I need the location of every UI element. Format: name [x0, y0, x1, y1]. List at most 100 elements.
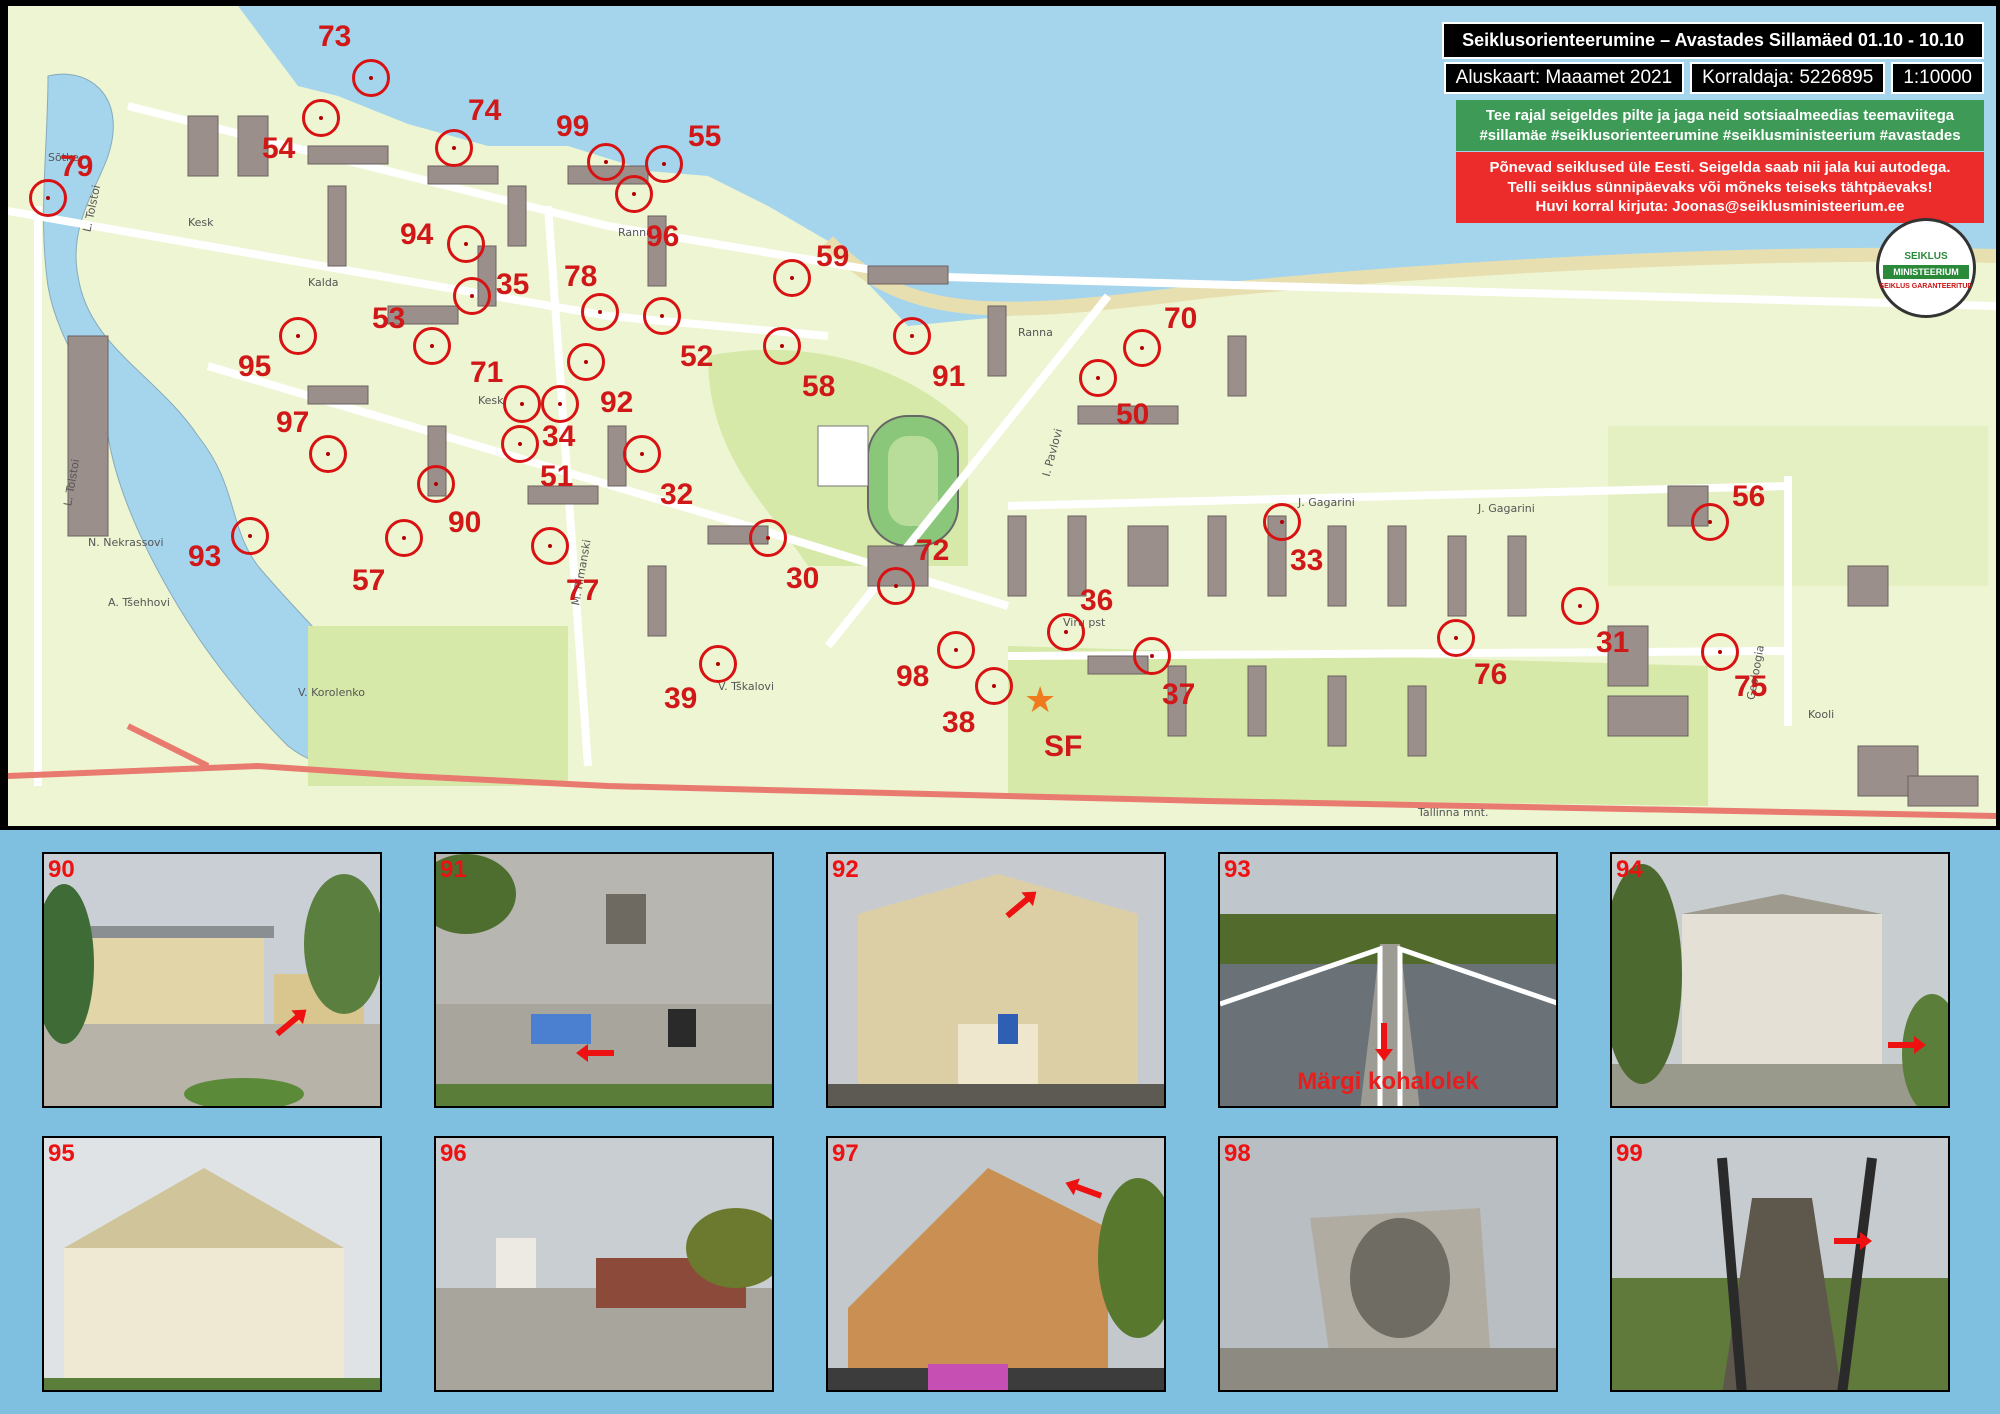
- photo-98[interactable]: 98: [1218, 1136, 1558, 1392]
- photo-96[interactable]: 96: [434, 1136, 774, 1392]
- control-circle-52[interactable]: [643, 297, 681, 335]
- control-circle-57[interactable]: [385, 519, 423, 557]
- photo-number: 95: [48, 1140, 75, 1167]
- control-label-39: 39: [664, 682, 698, 715]
- control-circle-30[interactable]: [749, 519, 787, 557]
- control-label-37: 37: [1162, 678, 1196, 711]
- control-label-98: 98: [896, 660, 930, 693]
- street-label-gagarini-2: J. Gagarini: [1478, 502, 1535, 515]
- control-label-70: 70: [1164, 302, 1198, 335]
- control-circle-58[interactable]: [763, 327, 801, 365]
- street-label-korolenko: V. Korolenko: [298, 686, 366, 699]
- photo-95[interactable]: 95: [42, 1136, 382, 1392]
- control-circle-79[interactable]: [29, 179, 67, 217]
- photo-number: 92: [832, 856, 859, 883]
- control-label-71: 71: [470, 356, 504, 389]
- photo-93[interactable]: 93 Märgi kohalolek: [1218, 852, 1558, 1108]
- photo-94[interactable]: 94: [1610, 852, 1950, 1108]
- red-arrow-icon: [586, 1050, 614, 1056]
- control-circle-59[interactable]: [773, 259, 811, 297]
- control-label-56: 56: [1732, 480, 1766, 513]
- control-circle-50[interactable]: [1079, 359, 1117, 397]
- photo-92[interactable]: 92: [826, 852, 1166, 1108]
- control-circle-74[interactable]: [435, 129, 473, 167]
- promo-line-1: Põnevad seiklused üle Eesti. Seigelda sa…: [1489, 159, 1951, 176]
- promo-line-3: Huvi korral kirjuta: Joonas@seiklusminis…: [1535, 198, 1905, 215]
- control-label-53: 53: [372, 302, 406, 335]
- control-circle-96[interactable]: [615, 175, 653, 213]
- control-circle-75[interactable]: [1701, 633, 1739, 671]
- control-circle-39[interactable]: [699, 645, 737, 683]
- control-label-59: 59: [816, 240, 850, 273]
- promo-box: Põnevad seiklused üle Eesti. Seigelda sa…: [1456, 152, 1984, 223]
- control-circle-99[interactable]: [587, 143, 625, 181]
- share-note: Tee rajal seigeldes pilte ja jaga neid s…: [1485, 107, 1955, 124]
- photo-number: 94: [1616, 856, 1643, 883]
- control-circle-71[interactable]: [567, 343, 605, 381]
- control-circle-32[interactable]: [623, 435, 661, 473]
- hashtags: #sillamäe #seiklusorienteerumine #seiklu…: [1479, 126, 1961, 144]
- scale-label: 1:10000: [1891, 62, 1984, 94]
- start-star-icon: ★: [1024, 679, 1057, 720]
- street-label-nekrassovi: N. Nekrassovi: [88, 536, 164, 549]
- control-circle-92[interactable]: [541, 385, 579, 423]
- control-circle-36[interactable]: [1047, 613, 1085, 651]
- control-circle-76[interactable]: [1437, 619, 1475, 657]
- control-circle-53[interactable]: [413, 327, 451, 365]
- start-label: SF: [1044, 730, 1083, 763]
- photo-strip: 90 91 92 93 Märgi kohalolek 94 95 96 97 …: [0, 830, 2000, 1414]
- control-circle-98[interactable]: [937, 631, 975, 669]
- control-circle-34[interactable]: [503, 385, 541, 423]
- control-label-34: 34: [542, 420, 576, 453]
- photo-99[interactable]: 99: [1610, 1136, 1950, 1392]
- control-label-74: 74: [468, 94, 502, 127]
- photo-caption: Märgi kohalolek: [1297, 1068, 1479, 1095]
- control-circle-94[interactable]: [447, 225, 485, 263]
- control-circle-37[interactable]: [1133, 637, 1171, 675]
- control-label-35: 35: [496, 268, 530, 301]
- control-circle-38[interactable]: [975, 667, 1013, 705]
- control-circle-51[interactable]: [501, 425, 539, 463]
- control-label-50: 50: [1116, 398, 1150, 431]
- control-label-97: 97: [276, 406, 310, 439]
- control-label-77: 77: [566, 574, 600, 607]
- photo-90[interactable]: 90: [42, 852, 382, 1108]
- street-label-tskalovi: V. Tškalovi: [718, 680, 774, 693]
- photo-number: 97: [832, 1140, 859, 1167]
- street-label-kooli: Kooli: [1808, 708, 1835, 721]
- control-circle-55[interactable]: [645, 145, 683, 183]
- control-label-95: 95: [238, 350, 272, 383]
- control-label-30: 30: [786, 562, 820, 595]
- control-circle-91[interactable]: [893, 317, 931, 355]
- control-circle-31[interactable]: [1561, 587, 1599, 625]
- control-label-55: 55: [688, 120, 722, 153]
- orienteering-map: L. Tolstoi L. Tolstoi Sõtke Kesk Kesk Ka…: [8, 6, 1996, 826]
- control-circle-78[interactable]: [581, 293, 619, 331]
- control-label-99: 99: [556, 110, 590, 143]
- control-circle-33[interactable]: [1263, 503, 1301, 541]
- control-label-54: 54: [262, 132, 296, 165]
- control-circle-56[interactable]: [1691, 503, 1729, 541]
- control-label-73: 73: [318, 20, 352, 53]
- control-label-76: 76: [1474, 658, 1508, 691]
- photo-91[interactable]: 91: [434, 852, 774, 1108]
- street-label-kesk-2: Kesk: [478, 394, 504, 407]
- photo-number: 93: [1224, 856, 1251, 883]
- control-circle-97[interactable]: [309, 435, 347, 473]
- control-label-78: 78: [564, 260, 598, 293]
- control-circle-72[interactable]: [877, 567, 915, 605]
- control-circle-54[interactable]: [302, 99, 340, 137]
- control-circle-35[interactable]: [453, 277, 491, 315]
- seiklusministeerium-logo: SEIKLUS MINISTEERIUM SEIKLUS GARANTEERIT…: [1876, 218, 1976, 318]
- photo-97[interactable]: 97: [826, 1136, 1166, 1392]
- control-circle-90[interactable]: [417, 465, 455, 503]
- control-circle-93[interactable]: [231, 517, 269, 555]
- red-arrow-icon: [1834, 1232, 1872, 1250]
- control-circle-73[interactable]: [352, 59, 390, 97]
- control-circle-77[interactable]: [531, 527, 569, 565]
- control-circle-70[interactable]: [1123, 329, 1161, 367]
- control-circle-95[interactable]: [279, 317, 317, 355]
- control-label-75: 75: [1734, 670, 1768, 703]
- control-label-96: 96: [646, 220, 680, 253]
- control-label-94: 94: [400, 218, 434, 251]
